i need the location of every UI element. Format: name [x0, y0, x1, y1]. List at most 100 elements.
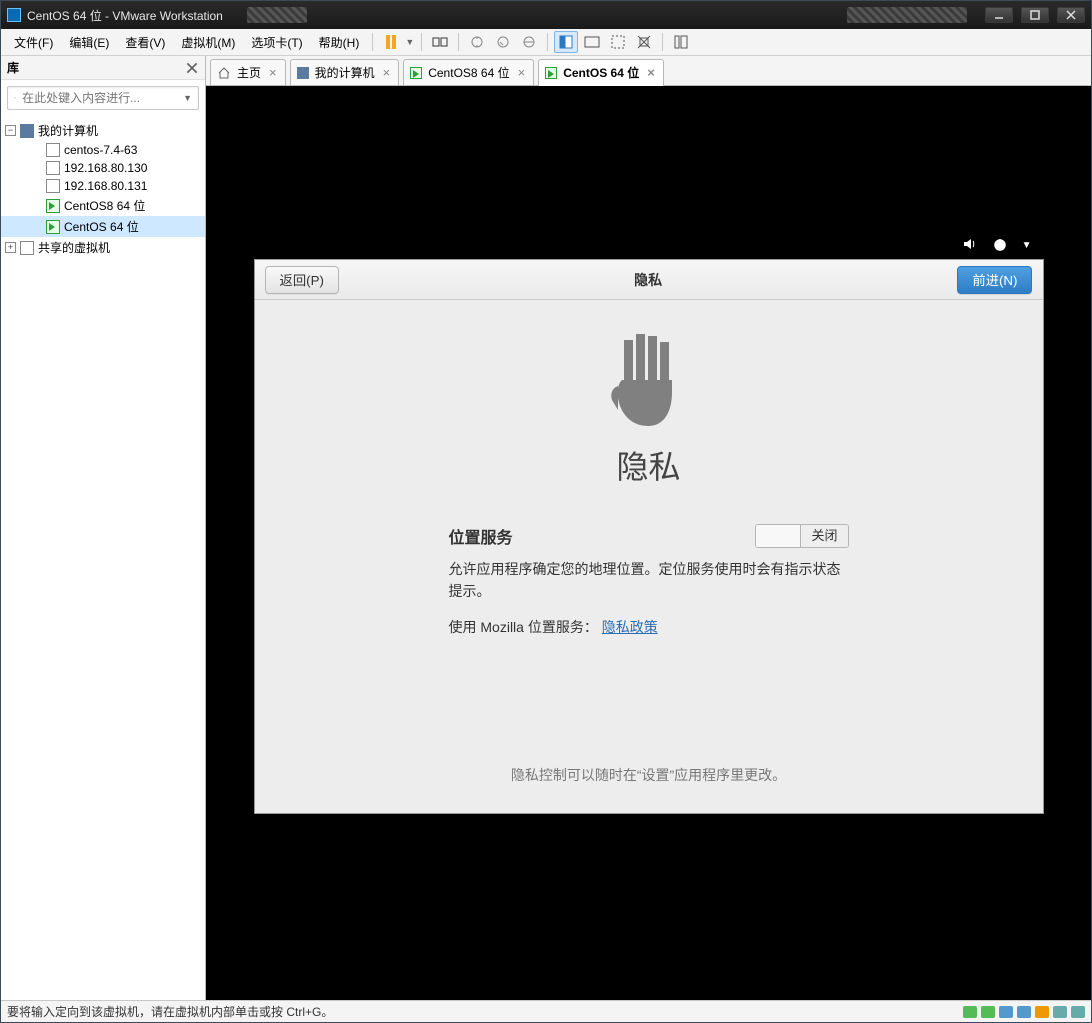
tray-icon[interactable] — [1035, 1006, 1049, 1018]
tab-close-icon[interactable]: × — [381, 65, 393, 80]
tree-label: 我的计算机 — [38, 122, 98, 139]
vm-running-icon — [410, 67, 422, 79]
snapshot-take-icon[interactable] — [465, 31, 489, 53]
menubar: 文件(F) 编辑(E) 查看(V) 虚拟机(M) 选项卡(T) 帮助(H) ▼ — [1, 29, 1091, 56]
tab-mycomputer[interactable]: 我的计算机 × — [290, 59, 400, 85]
tab-close-icon[interactable]: × — [516, 65, 528, 80]
pause-button[interactable] — [379, 31, 403, 53]
home-icon — [217, 66, 231, 80]
menu-file[interactable]: 文件(F) — [7, 31, 60, 54]
tree-label: centos-7.4-63 — [64, 143, 137, 157]
tab-close-icon[interactable]: × — [267, 65, 279, 80]
vm-running-icon — [545, 67, 557, 79]
menu-vm[interactable]: 虚拟机(M) — [174, 31, 242, 54]
tab-centos8[interactable]: CentOS8 64 位 × — [403, 59, 534, 85]
host-icon — [20, 124, 34, 138]
power-icon[interactable] — [992, 236, 1008, 255]
privacy-policy-link[interactable]: 隐私政策 — [602, 619, 658, 635]
tray-icon[interactable] — [981, 1006, 995, 1018]
tabs-bar: 主页 × 我的计算机 × CentOS8 64 位 × — [206, 56, 1091, 86]
vm-icon — [46, 179, 60, 193]
library-close-icon[interactable] — [185, 61, 199, 75]
setup-panel: 返回(P) 隐私 前进(N) — [254, 259, 1044, 814]
tree-label: 共享的虚拟机 — [38, 239, 110, 256]
guest-topbar: ▼ — [254, 231, 1044, 259]
snapshot-manage-icon[interactable] — [517, 31, 541, 53]
library-sidebar: 库 ▼ − 我的计算机 — [1, 56, 206, 1000]
tab-label: CentOS 64 位 — [563, 64, 639, 81]
library-toggle-button[interactable] — [669, 31, 693, 53]
vm-icon — [46, 161, 60, 175]
library-title: 库 — [7, 59, 185, 76]
tree-label: 192.168.80.131 — [64, 179, 147, 193]
expand-icon[interactable]: + — [5, 242, 16, 253]
window-title: CentOS 64 位 - VMware Workstation — [27, 7, 223, 24]
tab-centos-active[interactable]: CentOS 64 位 × — [538, 59, 664, 85]
tab-label: 我的计算机 — [315, 64, 375, 81]
tree-item-selected[interactable]: CentOS 64 位 — [1, 216, 205, 237]
panel-footer: 隐私控制可以随时在“设置”应用程序里更改。 — [511, 765, 786, 813]
shared-icon — [20, 241, 34, 255]
menu-tabs[interactable]: 选项卡(T) — [244, 31, 309, 54]
location-switch[interactable]: 关闭 — [755, 524, 848, 548]
tray-icon[interactable] — [963, 1006, 977, 1018]
tray-icon[interactable] — [1053, 1006, 1067, 1018]
search-dropdown-icon[interactable]: ▼ — [183, 93, 192, 103]
menu-view[interactable]: 查看(V) — [118, 31, 172, 54]
tree-root-shared[interactable]: + 共享的虚拟机 — [1, 237, 205, 258]
tree-item[interactable]: CentOS8 64 位 — [1, 195, 205, 216]
tray-icon[interactable] — [1071, 1006, 1085, 1018]
menu-help[interactable]: 帮助(H) — [312, 31, 367, 54]
tab-close-icon[interactable]: × — [645, 65, 657, 80]
stretch-button[interactable] — [632, 31, 656, 53]
vm-icon — [46, 143, 60, 157]
search-input-wrap[interactable]: ▼ — [7, 86, 199, 110]
search-icon — [14, 92, 16, 104]
status-text: 要将输入定向到该虚拟机，请在虚拟机内部单击或按 Ctrl+G。 — [7, 1003, 955, 1020]
snapshot-revert-icon[interactable] — [491, 31, 515, 53]
tree-item[interactable]: 192.168.80.130 — [1, 159, 205, 177]
titlebar-blur — [247, 7, 307, 23]
panel-title: 隐私 — [634, 270, 662, 290]
send-ctrlaltdel-button[interactable] — [428, 31, 452, 53]
location-label: 位置服务 — [449, 524, 513, 548]
host-icon — [297, 67, 309, 79]
vm-running-icon — [46, 199, 60, 213]
fullscreen-button[interactable] — [606, 31, 630, 53]
tray-icon[interactable] — [999, 1006, 1013, 1018]
tree-label: CentOS 64 位 — [64, 218, 139, 235]
tab-label: CentOS8 64 位 — [428, 64, 509, 81]
library-tree: − 我的计算机 centos-7.4-63 192.168.80.130 — [1, 116, 205, 1000]
tree-label: 192.168.80.130 — [64, 161, 147, 175]
switch-knob — [756, 525, 801, 547]
status-bar: 要将输入定向到该虚拟机，请在虚拟机内部单击或按 Ctrl+G。 — [1, 1000, 1091, 1022]
mozilla-prefix: 使用 Mozilla 位置服务： — [449, 619, 598, 635]
next-button[interactable]: 前进(N) — [957, 266, 1032, 294]
tree-item[interactable]: centos-7.4-63 — [1, 141, 205, 159]
tab-home[interactable]: 主页 × — [210, 59, 286, 85]
vm-running-icon — [46, 220, 60, 234]
privacy-hand-icon — [604, 330, 694, 430]
menu-edit[interactable]: 编辑(E) — [62, 31, 116, 54]
pause-dropdown[interactable]: ▼ — [405, 37, 415, 47]
vm-console[interactable]: ▼ 返回(P) 隐私 前进(N) — [206, 86, 1091, 1000]
close-button[interactable] — [1057, 7, 1085, 23]
maximize-button[interactable] — [1021, 7, 1049, 23]
collapse-icon[interactable]: − — [5, 125, 16, 136]
console-view-button[interactable] — [580, 31, 604, 53]
tree-item[interactable]: 192.168.80.131 — [1, 177, 205, 195]
tree-label: CentOS8 64 位 — [64, 197, 145, 214]
search-input[interactable] — [22, 91, 177, 105]
unity-button[interactable] — [554, 31, 578, 53]
tab-label: 主页 — [237, 64, 261, 81]
tree-root-mycomputer[interactable]: − 我的计算机 — [1, 120, 205, 141]
dropdown-icon[interactable]: ▼ — [1022, 240, 1032, 251]
back-button[interactable]: 返回(P) — [265, 266, 339, 294]
tray-icon[interactable] — [1017, 1006, 1031, 1018]
volume-icon[interactable] — [962, 236, 978, 255]
minimize-button[interactable] — [985, 7, 1013, 23]
location-desc: 允许应用程序确定您的地理位置。定位服务使用时会有指示状态提示。 — [449, 558, 849, 603]
device-tray — [963, 1006, 1085, 1018]
app-icon — [7, 8, 21, 22]
big-title: 隐私 — [616, 442, 680, 488]
